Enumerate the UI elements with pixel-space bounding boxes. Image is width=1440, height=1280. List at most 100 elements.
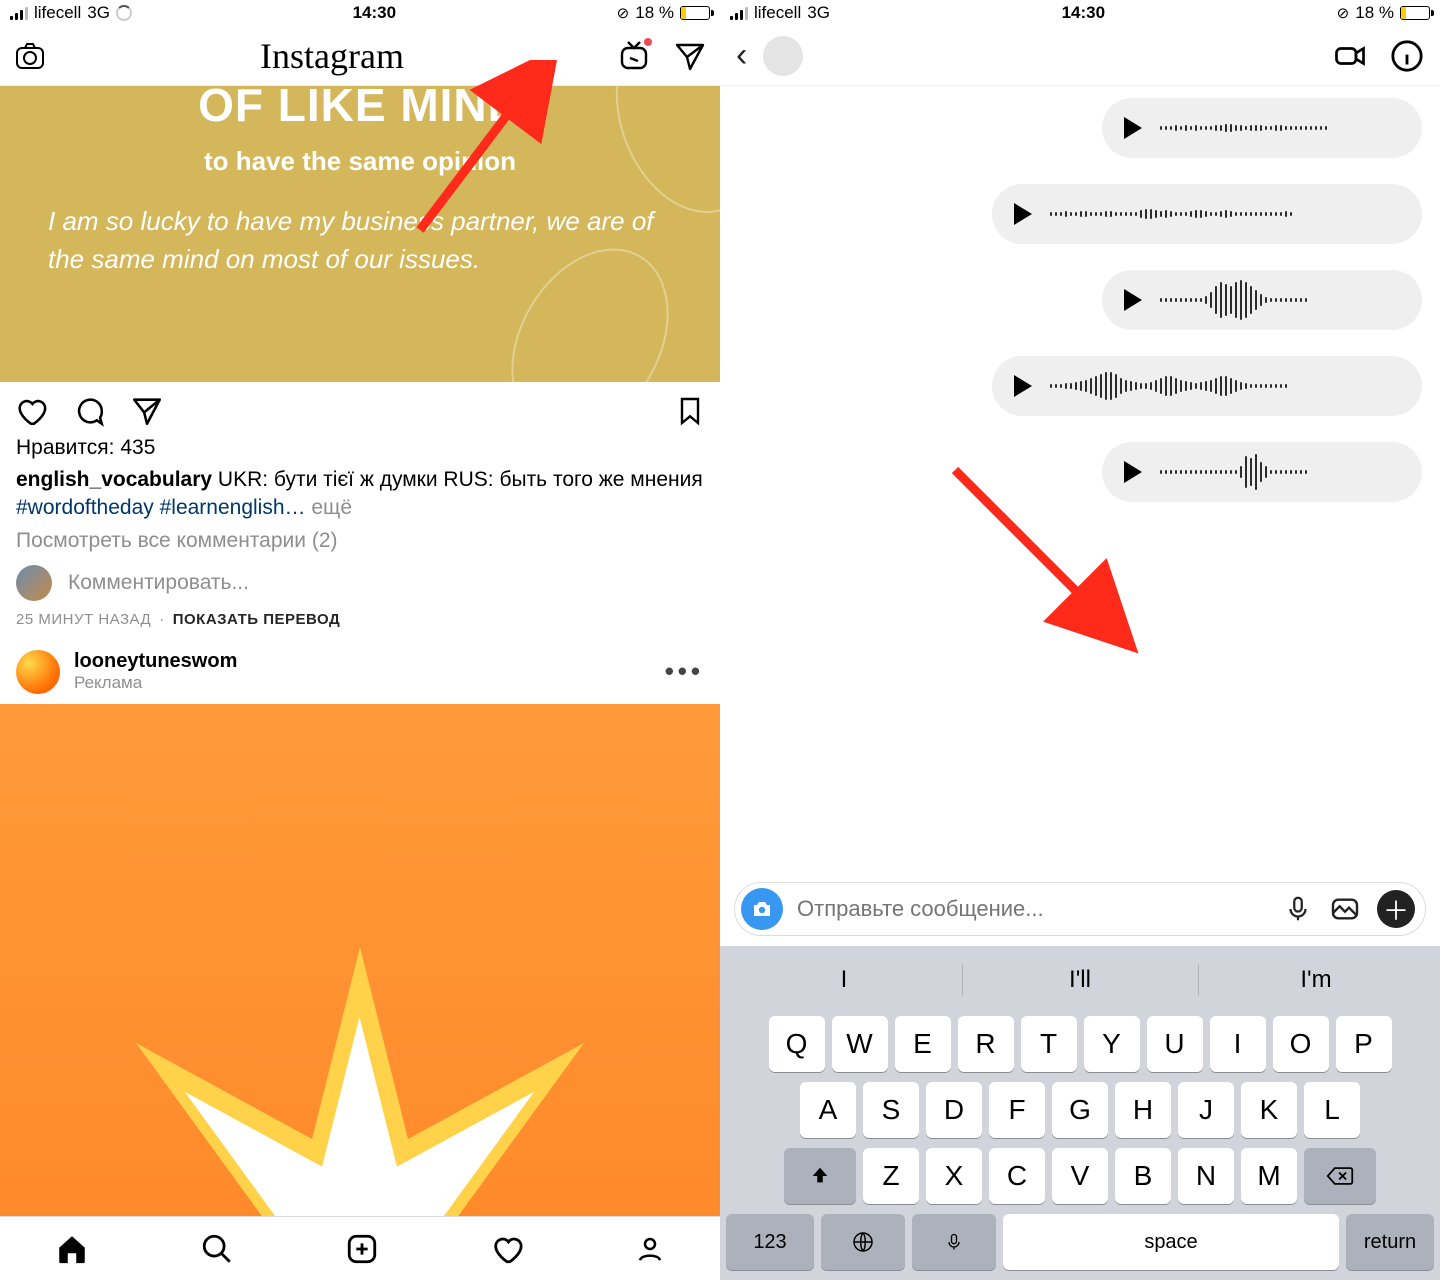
- bookmark-icon[interactable]: [674, 395, 706, 427]
- return-key[interactable]: return: [1346, 1214, 1434, 1270]
- key-a[interactable]: A: [800, 1082, 856, 1138]
- direct-messages-icon[interactable]: [674, 40, 706, 72]
- post-example-text: I am so lucky to have my business partne…: [40, 203, 680, 278]
- show-translation[interactable]: ПОКАЗАТЬ ПЕРЕВОД: [173, 611, 340, 628]
- profile-tab-icon[interactable]: [635, 1234, 665, 1264]
- voice-message-4[interactable]: [992, 356, 1422, 416]
- ios-keyboard: I I'll I'm QWERTYUIOP ASDFGHJKL ZXCVBNM …: [720, 946, 1440, 1280]
- camera-icon[interactable]: [14, 40, 46, 72]
- voice-message-2[interactable]: [992, 184, 1422, 244]
- suggestion-3[interactable]: I'm: [1198, 954, 1434, 1006]
- contact-avatar[interactable]: [763, 36, 803, 76]
- search-tab-icon[interactable]: [200, 1232, 234, 1266]
- screen-instagram-feed: lifecell 3G 14:30 ⊘ 18 % Instagram: [0, 0, 720, 1280]
- key-row-2: ASDFGHJKL: [726, 1082, 1434, 1138]
- bottom-tab-bar: [0, 1216, 720, 1280]
- post-image[interactable]: OF LIKE MIND to have the same opinion I …: [0, 86, 720, 382]
- comment-input-row[interactable]: Комментировать...: [0, 559, 720, 609]
- promo-post-header: looneytuneswom Реклама •••: [0, 644, 720, 704]
- orientation-lock-icon: ⊘: [617, 4, 630, 22]
- igtv-notification-dot: [644, 38, 652, 46]
- create-tab-icon[interactable]: [345, 1232, 379, 1266]
- caption-more[interactable]: ещё: [311, 496, 352, 519]
- camera-button[interactable]: [741, 888, 783, 930]
- suggestion-2[interactable]: I'll: [962, 954, 1198, 1006]
- clock: 14:30: [353, 3, 396, 23]
- promo-more-icon[interactable]: •••: [665, 656, 704, 687]
- promo-username[interactable]: looneytuneswom: [74, 650, 237, 673]
- comment-placeholder[interactable]: Комментировать...: [68, 571, 249, 595]
- video-call-icon[interactable]: [1332, 38, 1368, 74]
- key-g[interactable]: G: [1052, 1082, 1108, 1138]
- battery-icon: [680, 6, 710, 20]
- activity-tab-icon[interactable]: [490, 1232, 524, 1266]
- play-icon[interactable]: [1124, 289, 1142, 311]
- share-icon[interactable]: [130, 394, 164, 428]
- key-v[interactable]: V: [1052, 1148, 1108, 1204]
- key-q[interactable]: Q: [769, 1016, 825, 1072]
- key-y[interactable]: Y: [1084, 1016, 1140, 1072]
- play-icon[interactable]: [1014, 375, 1032, 397]
- key-i[interactable]: I: [1210, 1016, 1266, 1072]
- back-icon[interactable]: ‹: [736, 36, 747, 75]
- view-all-comments[interactable]: Посмотреть все комментарии (2): [0, 523, 720, 559]
- key-e[interactable]: E: [895, 1016, 951, 1072]
- post-caption[interactable]: english_vocabulary UKR: бути тієї ж думк…: [0, 466, 720, 523]
- promo-image[interactable]: [0, 704, 720, 1216]
- more-options-button[interactable]: ＋: [1377, 890, 1415, 928]
- caption-username[interactable]: english_vocabulary: [16, 468, 212, 491]
- key-x[interactable]: X: [926, 1148, 982, 1204]
- caption-hashtags[interactable]: #wordoftheday #learnenglish…: [16, 496, 306, 519]
- key-c[interactable]: C: [989, 1148, 1045, 1204]
- globe-key[interactable]: [821, 1214, 905, 1270]
- key-s[interactable]: S: [863, 1082, 919, 1138]
- message-thread[interactable]: [720, 86, 1440, 874]
- camera-icon: [750, 897, 774, 921]
- network-label: 3G: [807, 3, 830, 23]
- promo-tag: Реклама: [74, 673, 237, 693]
- waveform-icon: [1050, 368, 1400, 404]
- key-r[interactable]: R: [958, 1016, 1014, 1072]
- likes-count[interactable]: Нравится: 435: [0, 432, 720, 466]
- key-p[interactable]: P: [1336, 1016, 1392, 1072]
- message-input[interactable]: [797, 896, 1269, 922]
- key-l[interactable]: L: [1304, 1082, 1360, 1138]
- play-icon[interactable]: [1014, 203, 1032, 225]
- voice-message-1[interactable]: [1102, 98, 1422, 158]
- gallery-icon[interactable]: [1329, 893, 1361, 925]
- key-n[interactable]: N: [1178, 1148, 1234, 1204]
- key-w[interactable]: W: [832, 1016, 888, 1072]
- key-u[interactable]: U: [1147, 1016, 1203, 1072]
- play-icon[interactable]: [1124, 461, 1142, 483]
- key-b[interactable]: B: [1115, 1148, 1171, 1204]
- suggestion-1[interactable]: I: [726, 954, 962, 1006]
- voice-message-5[interactable]: [1102, 442, 1422, 502]
- key-f[interactable]: F: [989, 1082, 1045, 1138]
- play-icon[interactable]: [1124, 117, 1142, 139]
- key-o[interactable]: O: [1273, 1016, 1329, 1072]
- key-d[interactable]: D: [926, 1082, 982, 1138]
- key-k[interactable]: K: [1241, 1082, 1297, 1138]
- dictation-key[interactable]: [912, 1214, 996, 1270]
- igtv-button[interactable]: [618, 40, 650, 72]
- self-avatar: [16, 565, 52, 601]
- like-icon[interactable]: [14, 394, 48, 428]
- key-t[interactable]: T: [1021, 1016, 1077, 1072]
- backspace-key[interactable]: [1304, 1148, 1376, 1204]
- waveform-icon: [1160, 110, 1400, 146]
- space-key[interactable]: space: [1003, 1214, 1339, 1270]
- key-h[interactable]: H: [1115, 1082, 1171, 1138]
- info-icon[interactable]: [1390, 39, 1424, 73]
- post-meta-row: 25 МИНУТ НАЗАД · ПОКАЗАТЬ ПЕРЕВОД: [0, 609, 720, 644]
- key-z[interactable]: Z: [863, 1148, 919, 1204]
- numbers-key[interactable]: 123: [726, 1214, 814, 1270]
- voice-message-3[interactable]: [1102, 270, 1422, 330]
- key-m[interactable]: M: [1241, 1148, 1297, 1204]
- microphone-icon[interactable]: [1283, 894, 1313, 924]
- shift-key[interactable]: [784, 1148, 856, 1204]
- comment-icon[interactable]: [72, 394, 106, 428]
- promo-avatar[interactable]: [16, 650, 60, 694]
- key-j[interactable]: J: [1178, 1082, 1234, 1138]
- home-tab-icon[interactable]: [55, 1232, 89, 1266]
- key-row-3: ZXCVBNM: [726, 1148, 1434, 1204]
